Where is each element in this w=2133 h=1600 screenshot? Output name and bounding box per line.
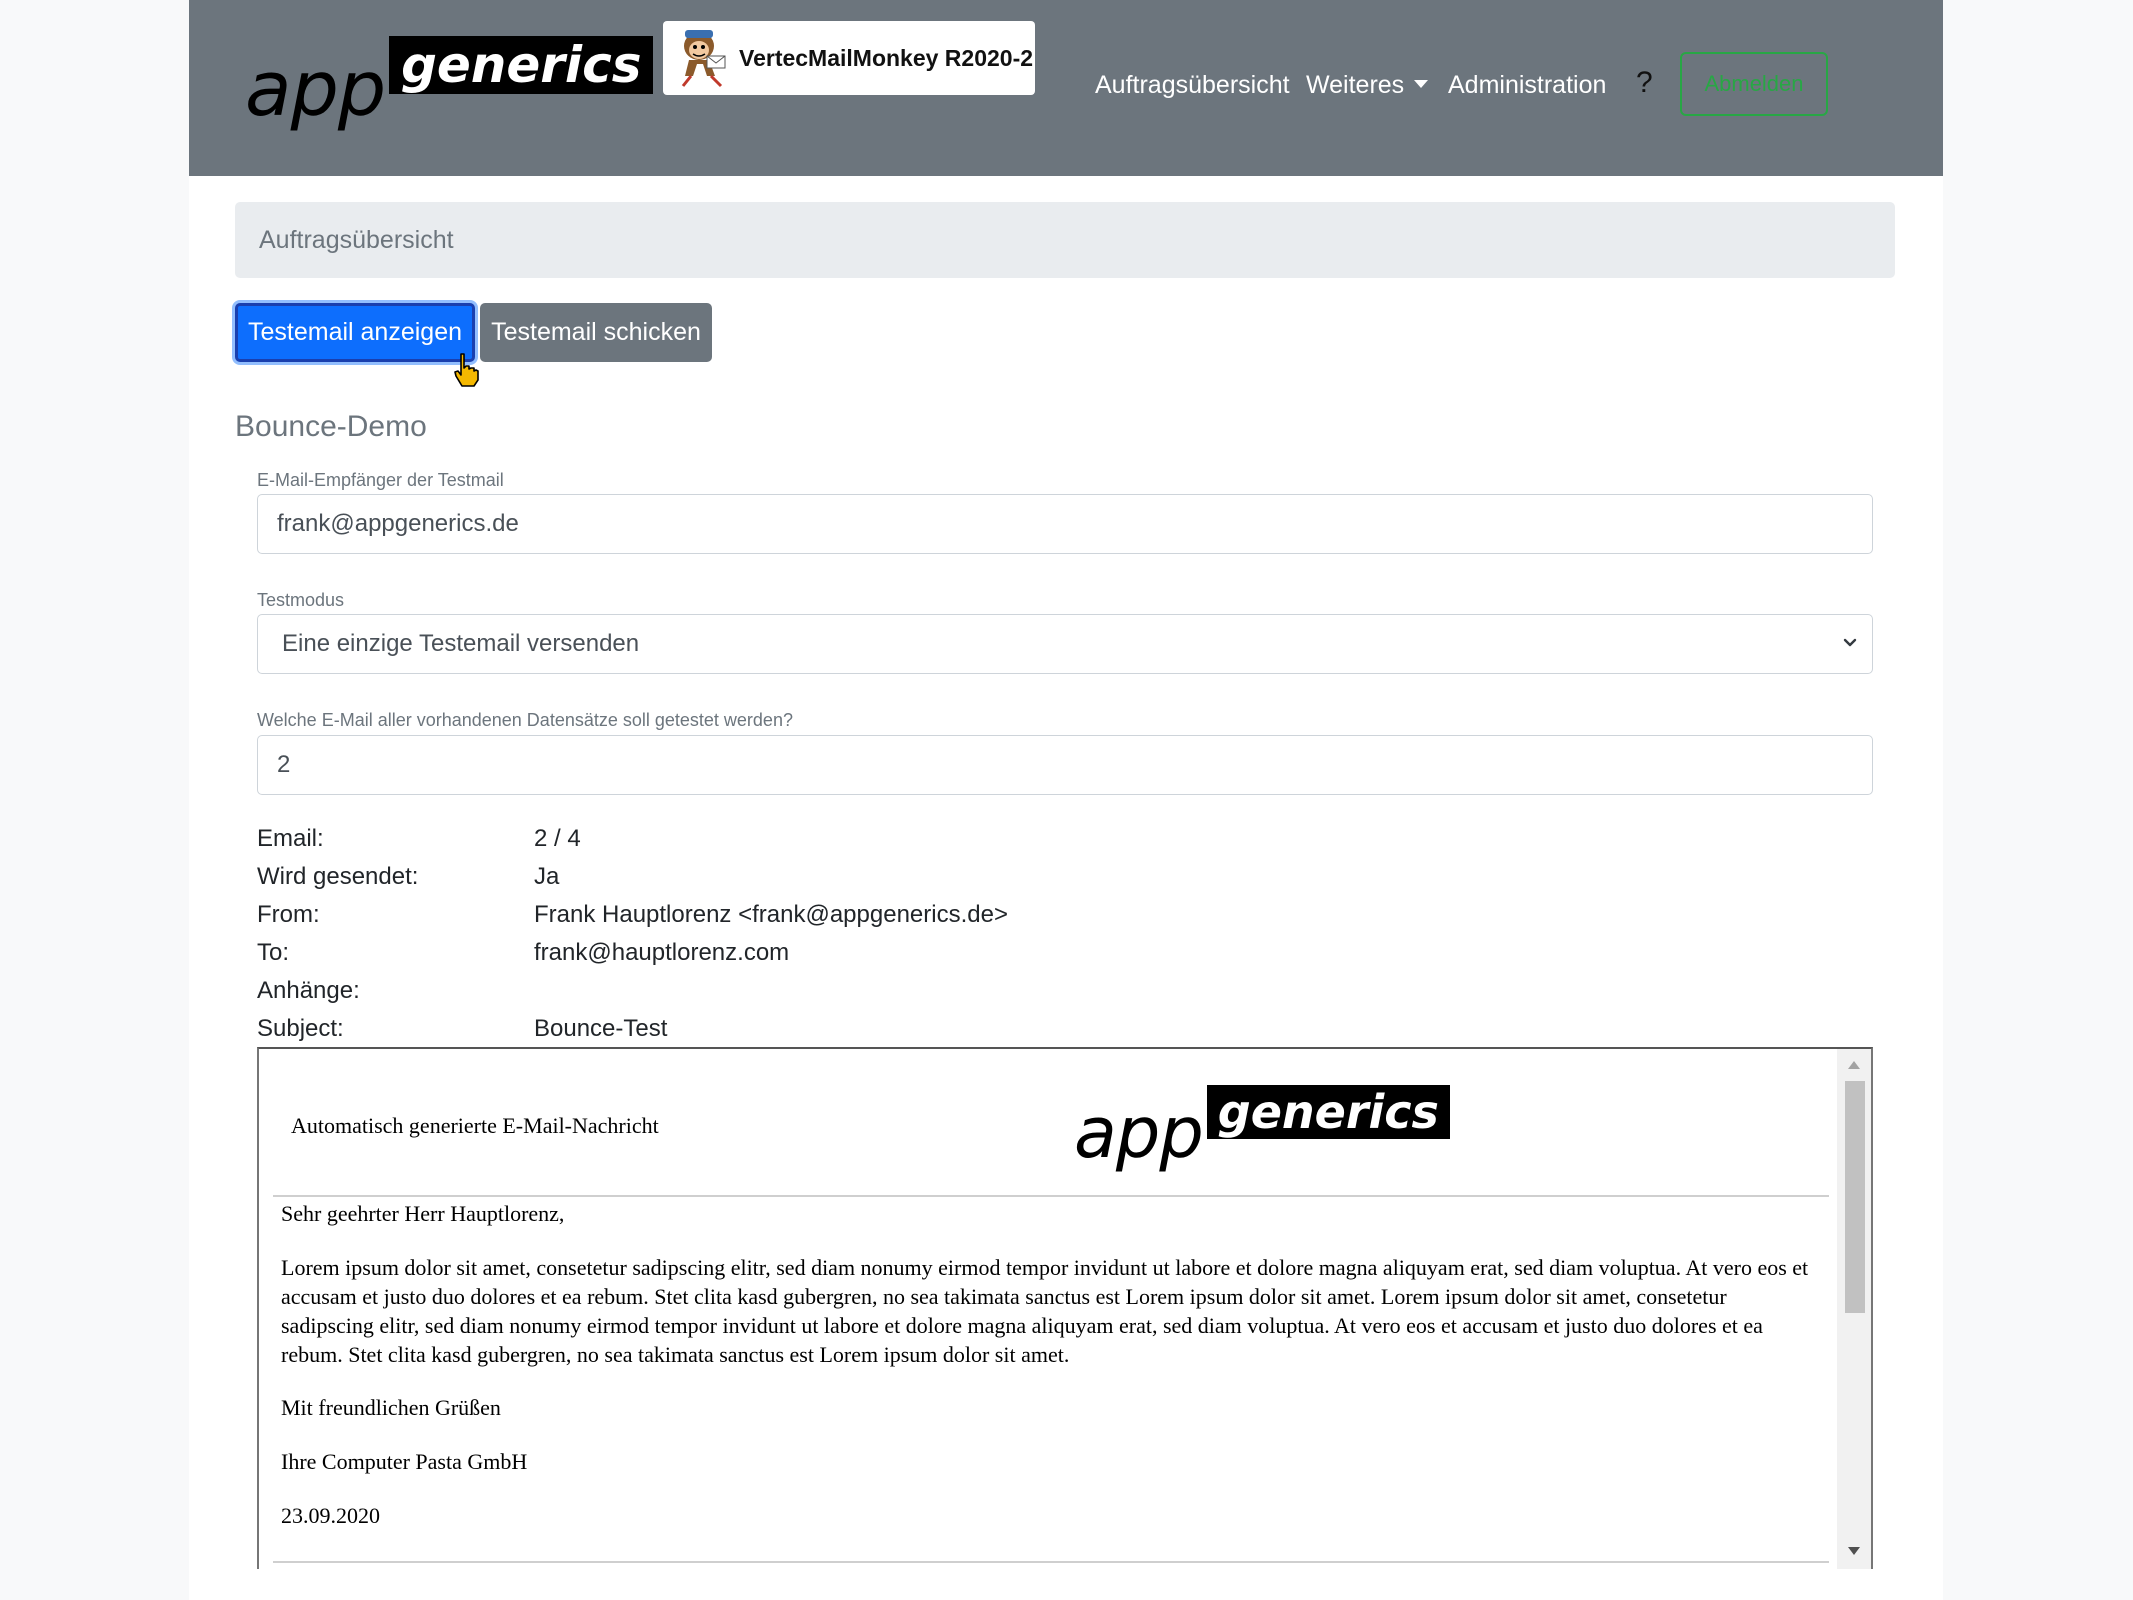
- info-key: To:: [257, 939, 290, 966]
- mail-company: Ihre Computer Pasta GmbH: [281, 1449, 528, 1474]
- section-title: Bounce-Demo: [235, 410, 427, 443]
- nav-link-administration[interactable]: Administration: [1448, 70, 1606, 100]
- mail-greeting: Sehr geehrter Herr Hauptlorenz,: [281, 1201, 565, 1226]
- info-value: Frank Hauptlorenz <frank@appgenerics.de>: [534, 901, 1008, 928]
- mail-appgenerics-logo: app generics: [1074, 1085, 1450, 1169]
- mail-logo-generics-text: generics: [1206, 1085, 1450, 1139]
- chevron-down-icon: [1843, 638, 1857, 647]
- record-number-label: Welche E-Mail aller vorhandenen Datensät…: [257, 710, 793, 730]
- info-key: Wird gesendet:: [257, 863, 419, 890]
- help-link[interactable]: ?: [1636, 68, 1653, 98]
- nav-dropdown-weiteres[interactable]: Weiteres: [1306, 70, 1429, 100]
- scroll-down-arrow-icon[interactable]: [1848, 1547, 1860, 1555]
- caret-down-icon: [1414, 80, 1429, 88]
- record-number-input[interactable]: 2: [257, 735, 1873, 795]
- recipient-email-value: frank@appgenerics.de: [277, 510, 519, 537]
- mail-logo-app-text: app: [1074, 1092, 1204, 1174]
- mail-header-text: Automatisch generierte E-Mail-Nachricht: [291, 1113, 659, 1138]
- info-value: Ja: [534, 863, 560, 890]
- mail-date: 23.09.2020: [281, 1503, 380, 1528]
- breadcrumb-item: Auftragsübersicht: [259, 225, 454, 254]
- app-name: VertecMailMonkey R2020-2: [739, 44, 1034, 71]
- info-key: Subject:: [257, 1015, 344, 1042]
- mail-closing: Mit freundlichen Grüßen: [281, 1395, 501, 1420]
- scroll-up-arrow-icon[interactable]: [1848, 1061, 1860, 1069]
- send-test-email-button[interactable]: Testemail schicken: [480, 303, 712, 362]
- info-value: Bounce-Test: [534, 1015, 668, 1042]
- nav-link-auftragsuebersicht[interactable]: Auftragsübersicht: [1095, 70, 1290, 100]
- page: app generics VertecMailMonkey R2020-2 Au…: [189, 0, 1943, 1600]
- info-value: 2 / 4: [534, 825, 581, 852]
- logo-app-text: app: [245, 44, 386, 133]
- show-test-email-button[interactable]: Testemail anzeigen: [235, 303, 475, 362]
- info-key: Email:: [257, 825, 324, 852]
- scroll-thumb[interactable]: [1845, 1081, 1865, 1313]
- test-mode-value: Eine einzige Testemail versenden: [282, 630, 640, 657]
- email-preview-frame[interactable]: Automatisch generierte E-Mail-Nachricht …: [257, 1047, 1873, 1569]
- mail-divider: [273, 1561, 1829, 1563]
- breadcrumb: Auftragsübersicht: [235, 202, 1895, 278]
- nav-dropdown-weiteres-label: Weiteres: [1306, 71, 1405, 99]
- recipient-email-input[interactable]: frank@appgenerics.de: [257, 494, 1873, 554]
- mail-divider: [273, 1195, 1829, 1197]
- hand-cursor-icon: [454, 353, 479, 387]
- logo-generics-text: generics: [389, 36, 654, 94]
- mail-body: Lorem ipsum dolor sit amet, consetetur s…: [281, 1255, 1809, 1367]
- test-mode-label: Testmodus: [257, 590, 345, 610]
- preview-scrollbar[interactable]: [1837, 1049, 1871, 1569]
- test-mode-select[interactable]: Eine einzige Testemail versenden: [257, 614, 1873, 674]
- record-number-value: 2: [277, 751, 291, 778]
- navbar: app generics VertecMailMonkey R2020-2 Au…: [189, 0, 1943, 176]
- recipient-label: E-Mail-Empfänger der Testmail: [257, 470, 504, 490]
- app-badge[interactable]: VertecMailMonkey R2020-2: [663, 21, 1035, 95]
- email-preview-content: Automatisch generierte E-Mail-Nachricht …: [259, 1049, 1837, 1569]
- info-value: frank@hauptlorenz.com: [534, 939, 790, 966]
- logout-button[interactable]: Abmelden: [1680, 52, 1828, 116]
- monkey-mascot-icon: [681, 30, 726, 88]
- appgenerics-logo[interactable]: app generics: [245, 36, 654, 133]
- info-key: Anhänge:: [257, 977, 360, 1004]
- info-key: From:: [257, 901, 320, 928]
